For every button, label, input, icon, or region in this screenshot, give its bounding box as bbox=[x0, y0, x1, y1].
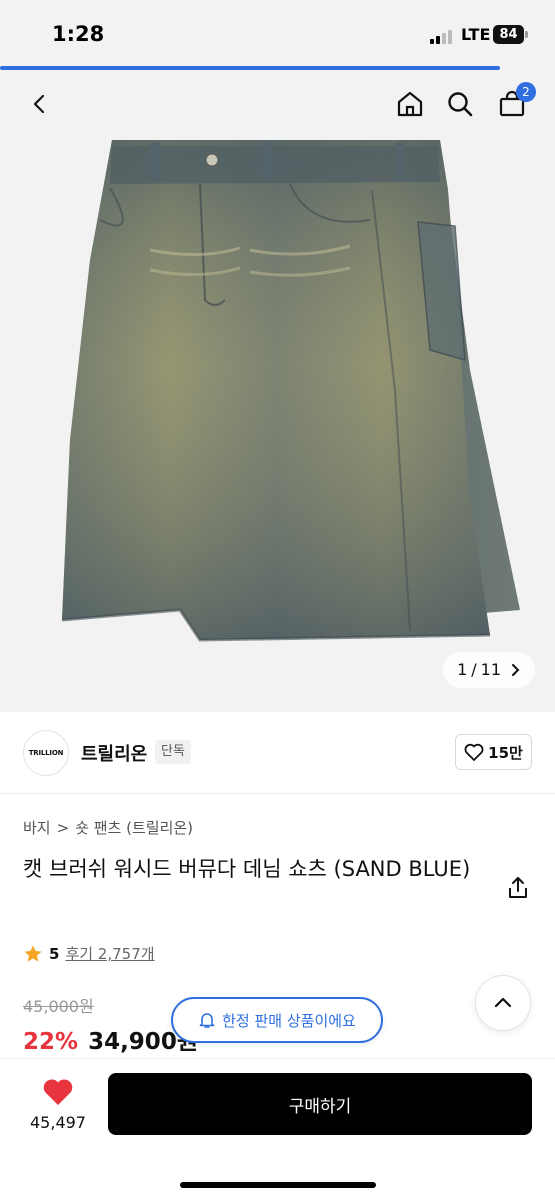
brand-row: TRILLION 트릴리온 단독 15만 bbox=[0, 712, 555, 794]
product-title: 캣 브러쉬 워시드 버뮤다 데님 쇼츠 (SAND BLUE) bbox=[23, 857, 471, 881]
star-icon bbox=[24, 945, 42, 962]
rating-row: 5 후기 2,757개 bbox=[23, 943, 155, 964]
brand-like-count: 15만 bbox=[488, 743, 523, 762]
review-count-link[interactable]: 후기 2,757개 bbox=[65, 943, 154, 964]
breadcrumb-subcategory[interactable]: 숏 팬츠 (트릴리온) bbox=[75, 817, 193, 838]
network-label: LTE bbox=[461, 25, 491, 44]
breadcrumb-category[interactable]: 바지 bbox=[23, 817, 51, 838]
battery-cap bbox=[525, 31, 528, 38]
toast-text: 한정 판매 상품이에요 bbox=[222, 1011, 356, 1030]
heart-filled-icon bbox=[43, 1079, 73, 1105]
home-icon bbox=[397, 91, 423, 117]
cart-button[interactable]: 2 bbox=[492, 82, 536, 124]
image-counter-current: 1 bbox=[457, 660, 468, 679]
rating-score: 5 bbox=[49, 944, 60, 963]
home-button[interactable] bbox=[390, 84, 430, 124]
brand-name[interactable]: 트릴리온 bbox=[81, 740, 147, 766]
status-time: 1:28 bbox=[52, 22, 105, 46]
search-icon bbox=[448, 92, 473, 117]
back-button[interactable] bbox=[20, 84, 60, 124]
wishlist-count: 45,497 bbox=[30, 1113, 86, 1132]
original-price: 45,000원 bbox=[23, 997, 94, 1016]
chevron-up-icon bbox=[494, 997, 512, 1008]
breadcrumb: 바지 > 숏 팬츠 (트릴리온) bbox=[23, 817, 193, 838]
share-button[interactable] bbox=[504, 874, 532, 902]
image-counter[interactable]: 1 / 11 bbox=[443, 652, 535, 688]
battery-icon: 84 bbox=[493, 25, 524, 44]
chevron-left-icon bbox=[33, 94, 45, 114]
discount-rate: 22% bbox=[23, 1029, 79, 1055]
wishlist-button[interactable]: 45,497 bbox=[22, 1077, 94, 1149]
status-bar: 1:28 LTE 84 bbox=[0, 0, 555, 66]
top-nav: 2 bbox=[0, 70, 555, 140]
product-image bbox=[61, 140, 520, 642]
search-button[interactable] bbox=[440, 84, 480, 124]
bell-icon bbox=[199, 1013, 215, 1028]
product-image-gallery[interactable]: 1 / 11 bbox=[0, 140, 555, 712]
brand-logo[interactable]: TRILLION bbox=[23, 730, 69, 776]
signal-icon bbox=[430, 28, 452, 44]
breadcrumb-separator: > bbox=[56, 818, 70, 837]
home-indicator bbox=[180, 1182, 376, 1188]
cart-count-badge: 2 bbox=[516, 82, 536, 102]
buy-button[interactable]: 구매하기 bbox=[108, 1073, 532, 1135]
exclusive-badge: 단독 bbox=[155, 740, 191, 764]
heart-outline-icon bbox=[464, 743, 484, 761]
chevron-right-icon bbox=[512, 664, 520, 676]
bottom-purchase-bar: 45,497 구매하기 bbox=[0, 1058, 555, 1200]
image-counter-total: 11 bbox=[480, 660, 501, 679]
brand-like-button[interactable]: 15만 bbox=[455, 734, 532, 770]
limited-sale-toast: 한정 판매 상품이에요 bbox=[171, 997, 383, 1043]
share-icon bbox=[509, 877, 527, 898]
scroll-top-button[interactable] bbox=[475, 975, 531, 1031]
brand-logo-text: TRILLION bbox=[28, 749, 64, 757]
image-counter-separator: / bbox=[471, 660, 477, 679]
